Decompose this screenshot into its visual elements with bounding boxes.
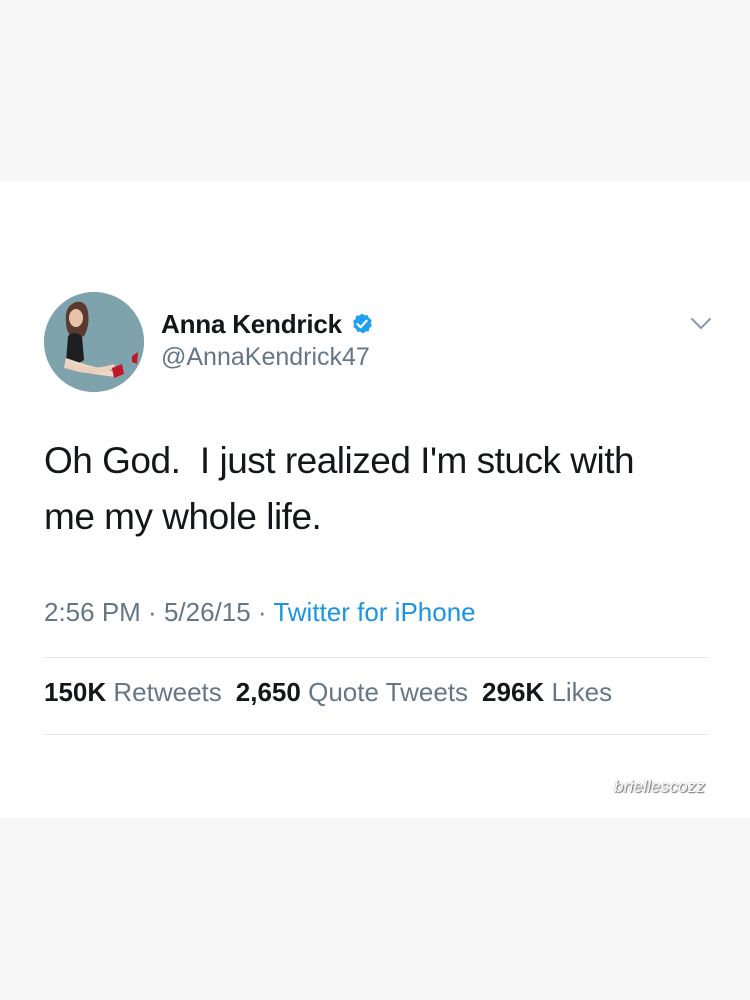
tweet-stats: 150K Retweets 2,650 Quote Tweets 296K Like… — [44, 677, 612, 708]
display-name[interactable]: Anna Kendrick — [161, 309, 342, 340]
retweets-stat[interactable]: 150K Retweets — [44, 677, 222, 707]
tweet-meta: 2:56 PM · 5/26/15 · Twitter for iPhone — [44, 597, 476, 628]
quote-tweets-stat[interactable]: 2,650 Quote Tweets — [236, 677, 468, 707]
tweet-date[interactable]: 5/26/15 — [164, 597, 251, 627]
meta-separator: · — [140, 597, 164, 627]
likes-count: 296K — [482, 677, 545, 707]
quote-tweets-count: 2,650 — [235, 677, 301, 707]
display-name-row[interactable]: Anna Kendrick — [161, 307, 374, 341]
likes-label: Likes — [551, 677, 613, 707]
retweets-count: 150K — [44, 677, 107, 707]
avatar-photo — [44, 292, 144, 392]
avatar[interactable] — [44, 292, 144, 392]
tweet-card: Anna Kendrick @AnnaKendrick47 Oh God. I … — [0, 181, 750, 818]
likes-stat[interactable]: 296K Likes — [482, 677, 612, 707]
divider — [44, 734, 708, 735]
quote-tweets-label: Quote Tweets — [308, 677, 469, 707]
tweet-text: Oh God. I just realized I'm stuck with m… — [44, 440, 635, 537]
divider — [44, 657, 708, 658]
watermark: briellescozz — [614, 777, 706, 796]
retweets-label: Retweets — [113, 677, 222, 707]
tweet-source-link[interactable]: Twitter for iPhone — [273, 597, 475, 627]
user-handle[interactable]: @AnnaKendrick47 — [161, 343, 370, 372]
verified-badge-icon — [350, 312, 374, 336]
meta-separator: · — [250, 597, 274, 627]
tweet-time[interactable]: 2:56 PM — [44, 597, 141, 627]
chevron-down-icon[interactable] — [690, 317, 712, 331]
